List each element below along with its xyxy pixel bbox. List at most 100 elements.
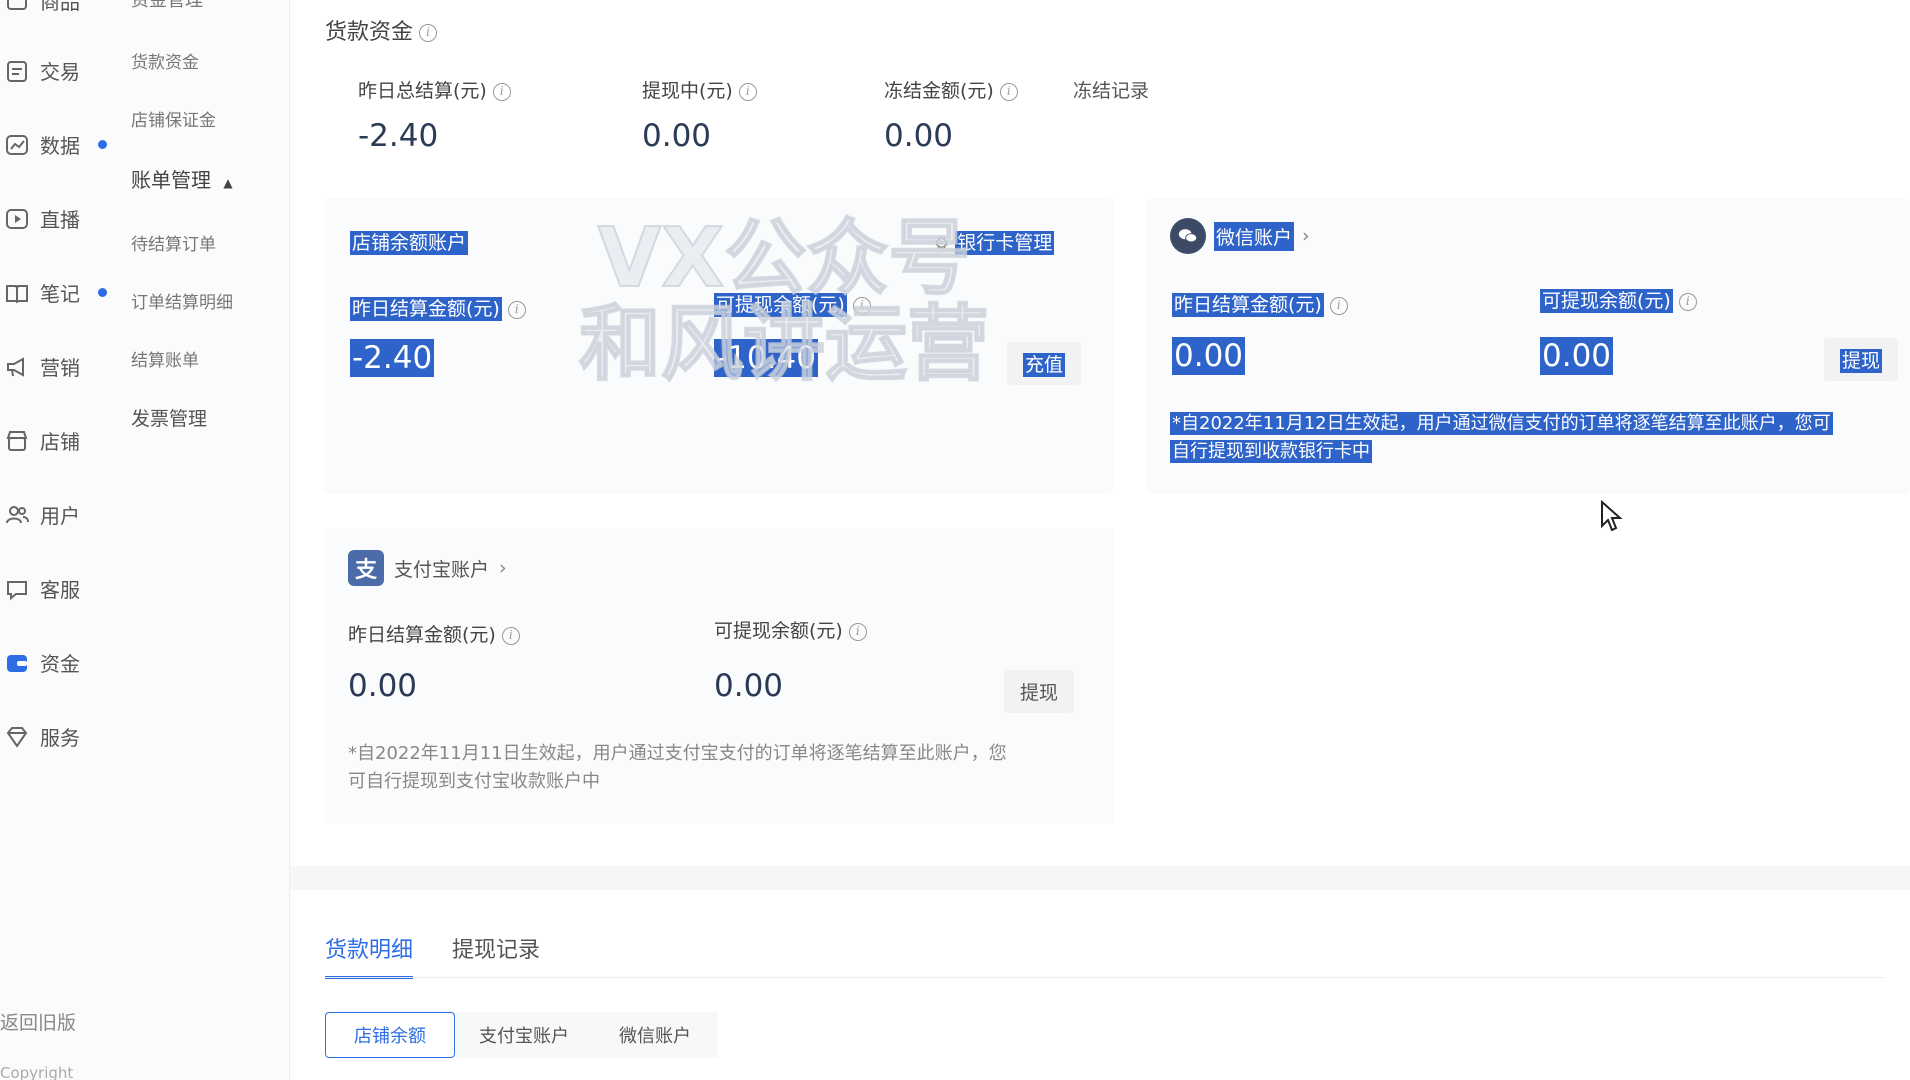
info-icon[interactable]: i [1678,292,1697,311]
app-root: { "sidebar":{ "top_partial":"商品", "items… [0,0,1910,1080]
store-card-title: 店铺余额账户 [350,228,469,255]
chart-icon [4,132,30,158]
alipay-card-title-text: 支付宝账户 [394,558,490,581]
sidebar-item-label: 直播 [40,208,80,232]
label-text: 昨日总结算(元) [358,80,487,102]
sidebar-sub-bill-mgmt[interactable]: 账单管理 ▲ [131,164,233,193]
sidebar-item-marketing[interactable]: 营销 [4,352,80,381]
note-line1: *自2022年11月11日生效起，用户通过支付宝支付的订单将逐笔结算至此账户，您 [348,743,1007,764]
sidebar-item-label: 营销 [40,356,80,380]
tabs-underline [325,977,1885,978]
detail-section: 货款明细 提现记录 店铺余额 支付宝账户 微信账户 [290,890,1910,1080]
frozen-label: 冻结金额(元) i [884,76,1018,103]
alipay-icon: 支 [348,550,384,586]
sidebar: 商品 资金管理 交易 数据 直播 笔记 营销 店铺 用户 客服 资金 服务 货款… [0,0,290,1080]
back-old-version-link[interactable]: 返回旧版 [0,1008,76,1035]
alipay-withdraw-button[interactable]: 提现 [1004,670,1075,713]
wallet-icon [4,650,30,676]
info-icon[interactable]: i [999,82,1018,101]
note-line2: 可自行提现到支付宝收款账户中 [348,771,600,792]
store-settle-label: 昨日结算金额(元) i [350,294,526,321]
wechat-card-title[interactable]: 微信账户 › [1170,218,1310,254]
sidebar-item-label: 数据 [40,134,80,158]
sidebar-sub-label: 账单管理 [131,168,211,192]
sidebar-sub-top[interactable]: 资金管理 [131,0,203,12]
sidebar-item-label: 服务 [40,726,80,750]
sidebar-item-funds[interactable]: 资金 [4,648,80,677]
book-icon [4,280,30,306]
new-dot [98,288,107,297]
subtab-store-balance[interactable]: 店铺余额 [325,1012,455,1058]
info-icon[interactable]: i [507,300,526,319]
tab-withdraw-record[interactable]: 提现记录 [452,932,540,964]
subtab-wechat[interactable]: 微信账户 [592,1012,718,1058]
box-icon [4,0,30,14]
sidebar-item-goods[interactable]: 商品 [4,0,80,15]
info-icon[interactable]: i [501,626,520,645]
note-line1: *自2022年11月12日生效起，用户通过微信支付的订单将逐笔结算至此账户，您可 [1170,412,1833,435]
sidebar-item-store[interactable]: 店铺 [4,426,80,455]
wechat-settle-value: 0.00 [1172,337,1246,375]
value-text: -2.40 [350,339,435,377]
clipboard-icon [4,58,30,84]
info-icon[interactable]: i [419,24,438,42]
sidebar-item-live[interactable]: 直播 [4,204,80,233]
label-text: 可提现余额(元) [714,620,843,642]
yesterday-total-label: 昨日总结算(元) i [358,76,511,103]
sidebar-item-label: 客服 [40,578,80,602]
sidebar-sub-bill[interactable]: 结算账单 [131,346,199,371]
info-icon[interactable]: i [738,82,757,101]
label-text: 冻结金额(元) [884,80,994,102]
info-icon[interactable]: i [848,622,867,641]
wechat-avail-value: 0.00 [1540,337,1614,375]
value-text: 0.00 [1540,337,1614,375]
sidebar-item-users[interactable]: 用户 [4,500,80,529]
withdraw-button-label: 提现 [1840,349,1883,373]
copyright-text: Copyright [0,1064,74,1080]
note-line2: 自行提现到收款银行卡中 [1170,440,1372,463]
wechat-withdraw-button[interactable]: 提现 [1824,338,1899,381]
label-text: 昨日结算金额(元) [350,297,502,321]
sidebar-item-services[interactable]: 服务 [4,722,80,751]
sidebar-item-notes[interactable]: 笔记 [4,278,107,307]
frozen-record-link[interactable]: 冻结记录 [1073,76,1149,103]
wechat-settle-label: 昨日结算金额(元) i [1172,290,1348,317]
tab-goods-detail[interactable]: 货款明细 [325,932,414,979]
mouse-cursor [1600,499,1624,536]
main-panel: 货款资金 i 昨日总结算(元) i -2.40 提现中(元) i 0.00 冻结金额(… [290,0,1910,866]
alipay-card-title[interactable]: 支 支付宝账户 › [348,550,507,586]
wechat-card-title-text: 微信账户 [1214,221,1295,251]
store-settle-value: -2.40 [350,339,435,377]
wechat-note: *自2022年11月12日生效起，用户通过微信支付的订单将逐笔结算至此账户，您可… [1170,410,1910,466]
chevron-right-icon: › [499,557,507,579]
store-card-title-text: 店铺余额账户 [350,231,469,255]
sidebar-sub-invoice[interactable]: 发票管理 [131,404,207,431]
sidebar-item-label: 交易 [40,60,80,84]
watermark-line1: VX公众号 [597,211,972,306]
sidebar-item-label: 用户 [40,504,80,528]
sidebar-sub-detail[interactable]: 订单结算明细 [131,288,233,313]
yesterday-total-value: -2.40 [358,118,439,154]
info-icon[interactable]: i [492,82,511,101]
subtab-alipay[interactable]: 支付宝账户 [456,1012,592,1058]
alipay-account-card: 支 支付宝账户 › 昨日结算金额(元) i 0.00 可提现余额(元) i 0.00… [324,528,1114,824]
info-icon[interactable]: i [1329,296,1348,315]
new-dot [98,140,107,149]
sidebar-sub-deposit[interactable]: 店铺保证金 [131,106,216,131]
sidebar-item-data[interactable]: 数据 [4,130,107,159]
withdrawing-value: 0.00 [642,118,712,154]
sidebar-item-service[interactable]: 客服 [4,574,80,603]
sidebar-sub-goods-funds[interactable]: 货款资金 [131,48,199,73]
label-text: 提现中(元) [642,80,733,102]
sidebar-item-trade[interactable]: 交易 [4,56,80,85]
wechat-avail-label: 可提现余额(元) i [1540,286,1697,313]
value-text: 0.00 [1172,337,1246,375]
play-icon [4,206,30,232]
watermark-text: VX公众号 和风讲运营 [574,211,994,389]
alipay-avail-label: 可提现余额(元) i [714,616,867,643]
sidebar-item-label: 商品 [40,0,80,14]
alipay-settle-value: 0.00 [348,668,418,704]
recharge-button[interactable]: 充值 [1007,342,1082,385]
label-text: 昨日结算金额(元) [348,624,496,646]
sidebar-sub-pending[interactable]: 待结算订单 [131,230,216,255]
